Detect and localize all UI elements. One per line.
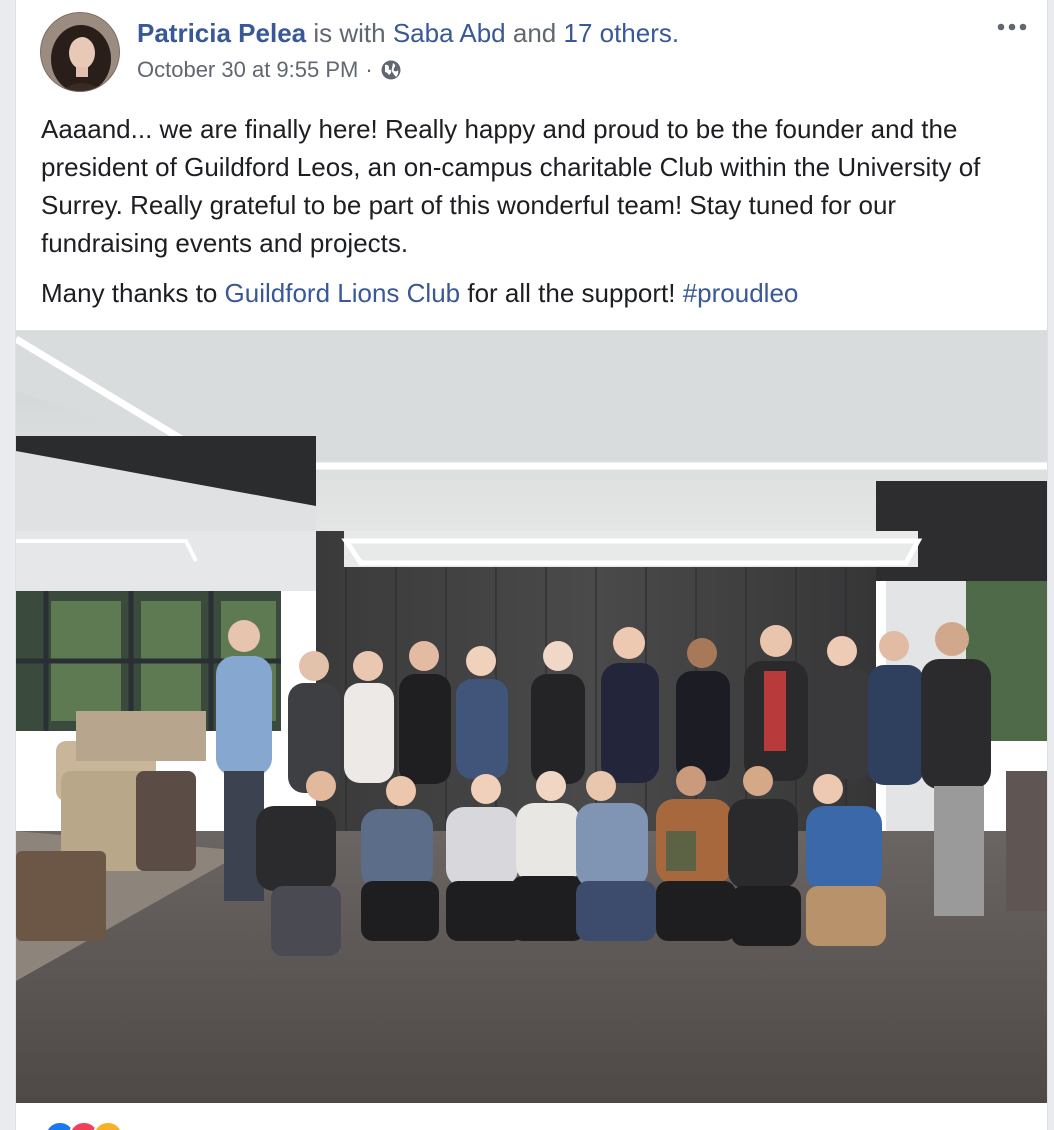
thanks-suffix: for all the support! [467,278,676,308]
post-photo[interactable] [16,330,1047,1103]
post-paragraph-1: Aaaand... we are finally here! Really ha… [41,114,981,258]
meta-separator: · [365,57,373,82]
hashtag-link[interactable]: #proudleo [683,278,799,308]
thanks-prefix: Many thanks to [41,278,218,308]
wow-reaction-icon [92,1121,124,1130]
author-name-link[interactable]: Patricia Pelea [137,18,306,48]
post-message: Aaaand... we are finally here! Really ha… [41,110,1026,324]
post-timestamp-link[interactable]: October 30 at 9:55 PM [137,57,358,83]
more-options-icon[interactable] [995,14,1029,40]
guildford-lions-link[interactable]: Guildford Lions Club [225,278,461,308]
globe-icon[interactable] [380,59,402,81]
facebook-post: Patricia Pelea is with Saba Abd and 17 o… [15,0,1048,1130]
post-header: Patricia Pelea is with Saba Abd and 17 o… [137,18,679,49]
avatar-image [41,13,119,91]
reaction-icons[interactable] [44,1121,124,1130]
group-photo-image [16,331,1047,1103]
and-text: and [512,18,557,48]
tagged-person-link[interactable]: Saba Abd [393,18,506,48]
with-text: is with [313,18,386,48]
post-meta: October 30 at 9:55 PM · [137,57,402,83]
post-paragraph-2: Many thanks to Guildford Lions Club for … [41,274,1026,312]
tagged-others-link[interactable]: 17 others. [563,18,679,48]
author-avatar[interactable] [40,12,120,92]
